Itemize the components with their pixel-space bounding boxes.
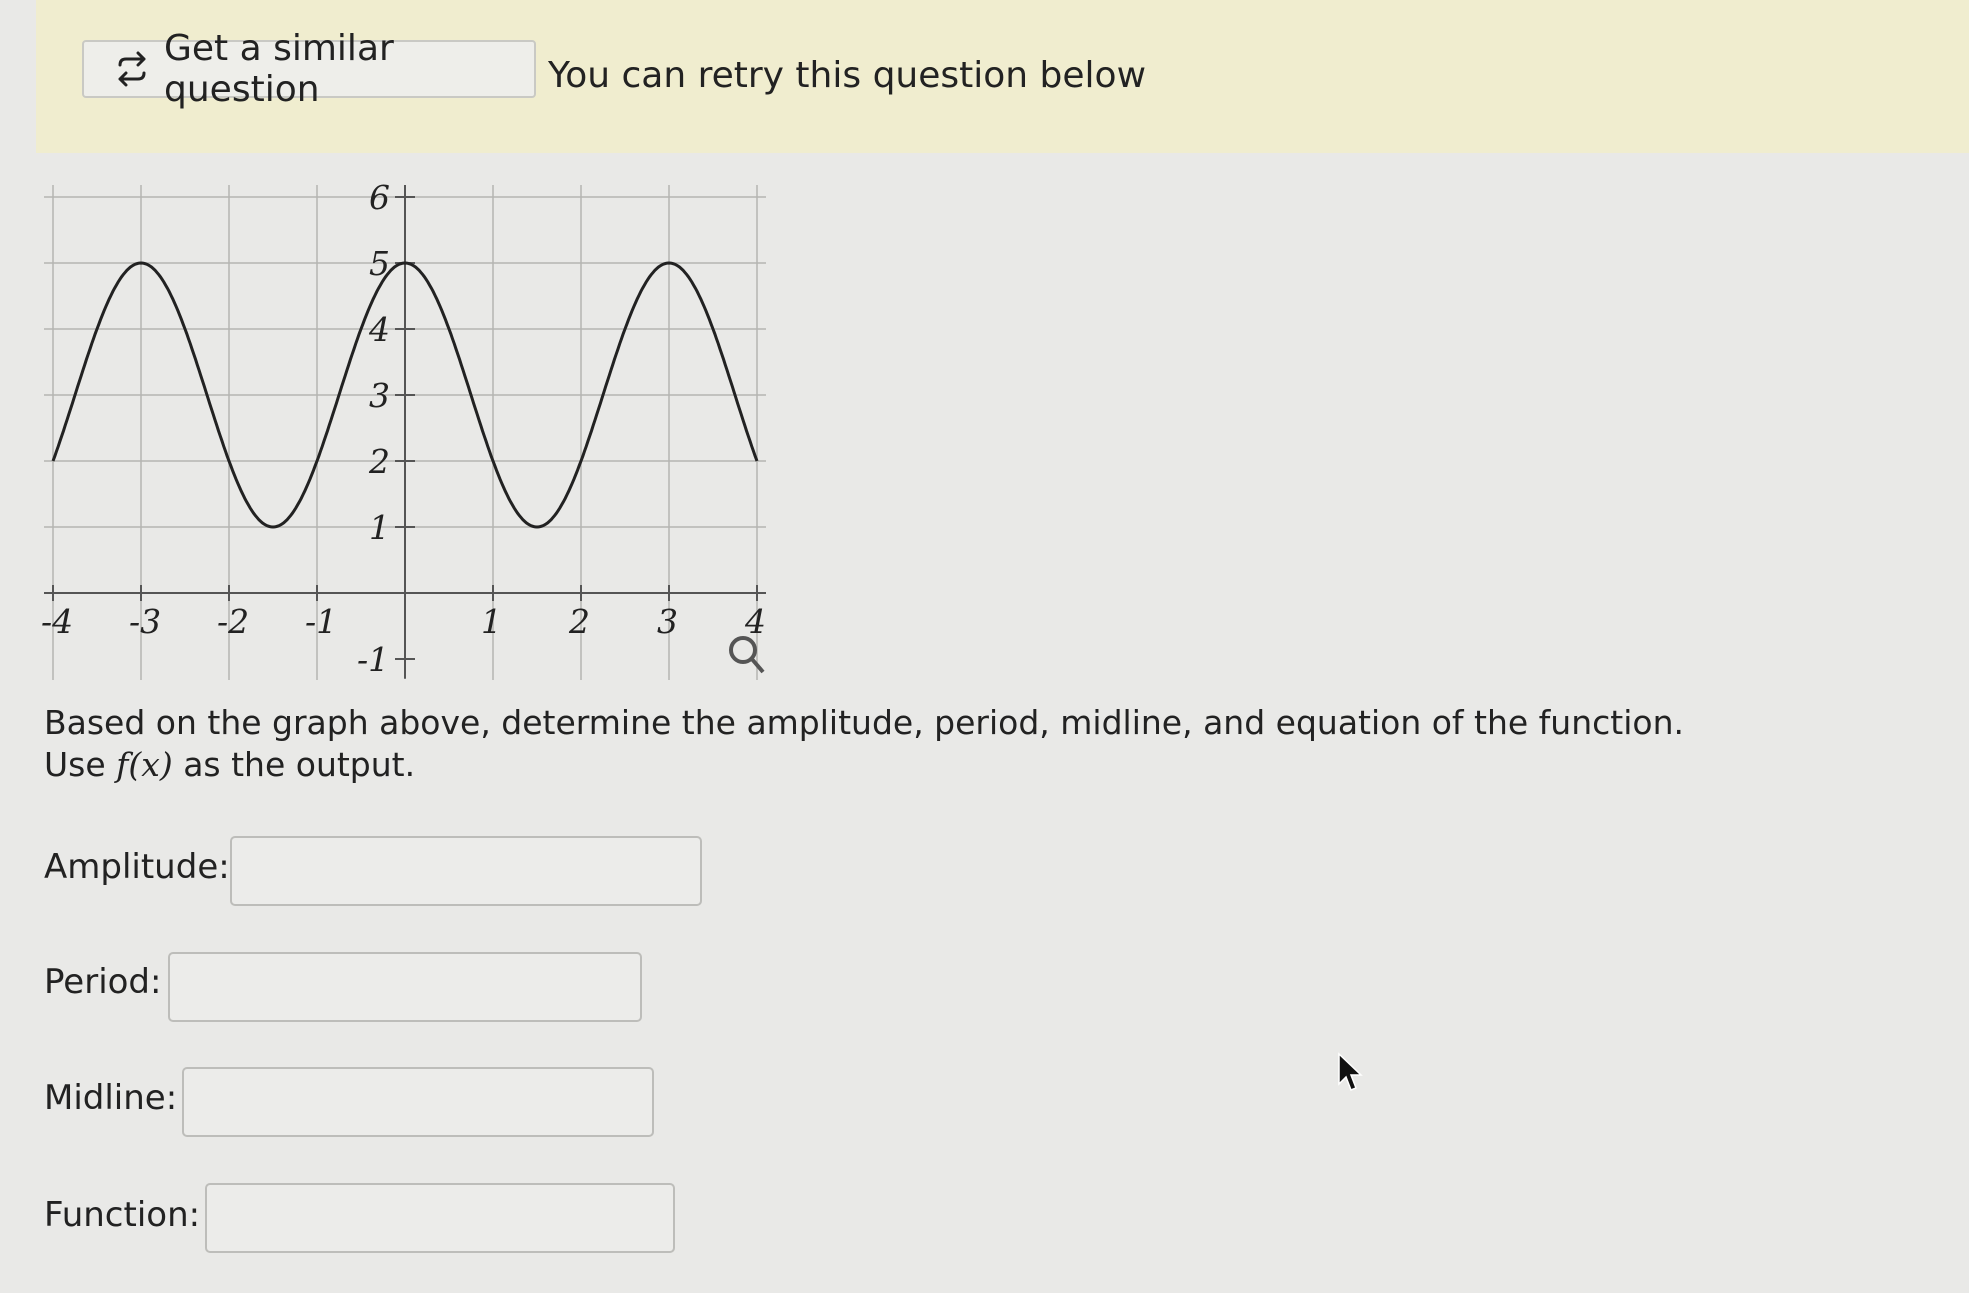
question-text: Based on the graph above, determine the … [44,702,1684,786]
function-input[interactable] [205,1183,675,1253]
y-tick-label: 1 [369,508,390,547]
amplitude-input[interactable] [230,836,702,906]
period-input[interactable] [168,952,642,1022]
question-text-after: as the output. [172,745,416,784]
y-tick-label: 6 [369,180,390,217]
similar-question-label: Get a similar question [164,28,394,110]
y-tick-label: 2 [368,442,390,481]
amplitude-label: Amplitude: [44,847,230,887]
y-tick-label: -1 [357,640,389,679]
function-graph: -4 -3 -2 -1 1 2 3 4 -1 1 2 3 4 5 6 [41,180,766,680]
y-tick-label: 5 [369,244,390,283]
x-tick-label: 3 [657,602,678,641]
retry-note: You can retry this question below [548,55,1147,96]
y-tick-label: 4 [368,310,390,349]
x-tick-label: -3 [129,602,161,641]
tick-labels: -4 -3 -2 -1 1 2 3 4 -1 1 2 3 4 5 6 [41,180,766,679]
x-tick-label: 4 [744,602,766,641]
similar-question-button[interactable]: Get a similar question [82,28,536,110]
x-tick-label: 1 [481,602,502,641]
y-tick-label: 3 [369,376,390,415]
x-tick-label: 2 [568,602,590,641]
retry-arrows-icon [112,49,152,89]
midline-label: Midline: [44,1078,178,1118]
mouse-pointer-icon [1338,1052,1363,1091]
magnifier-icon[interactable] [729,636,765,674]
function-label: Function: [44,1195,201,1235]
question-math: f(x) [116,745,173,784]
x-tick-label: -2 [217,602,249,641]
x-tick-label: -1 [305,602,337,641]
x-tick-label: -4 [41,602,73,641]
midline-input[interactable] [182,1067,654,1137]
period-label: Period: [44,962,162,1002]
